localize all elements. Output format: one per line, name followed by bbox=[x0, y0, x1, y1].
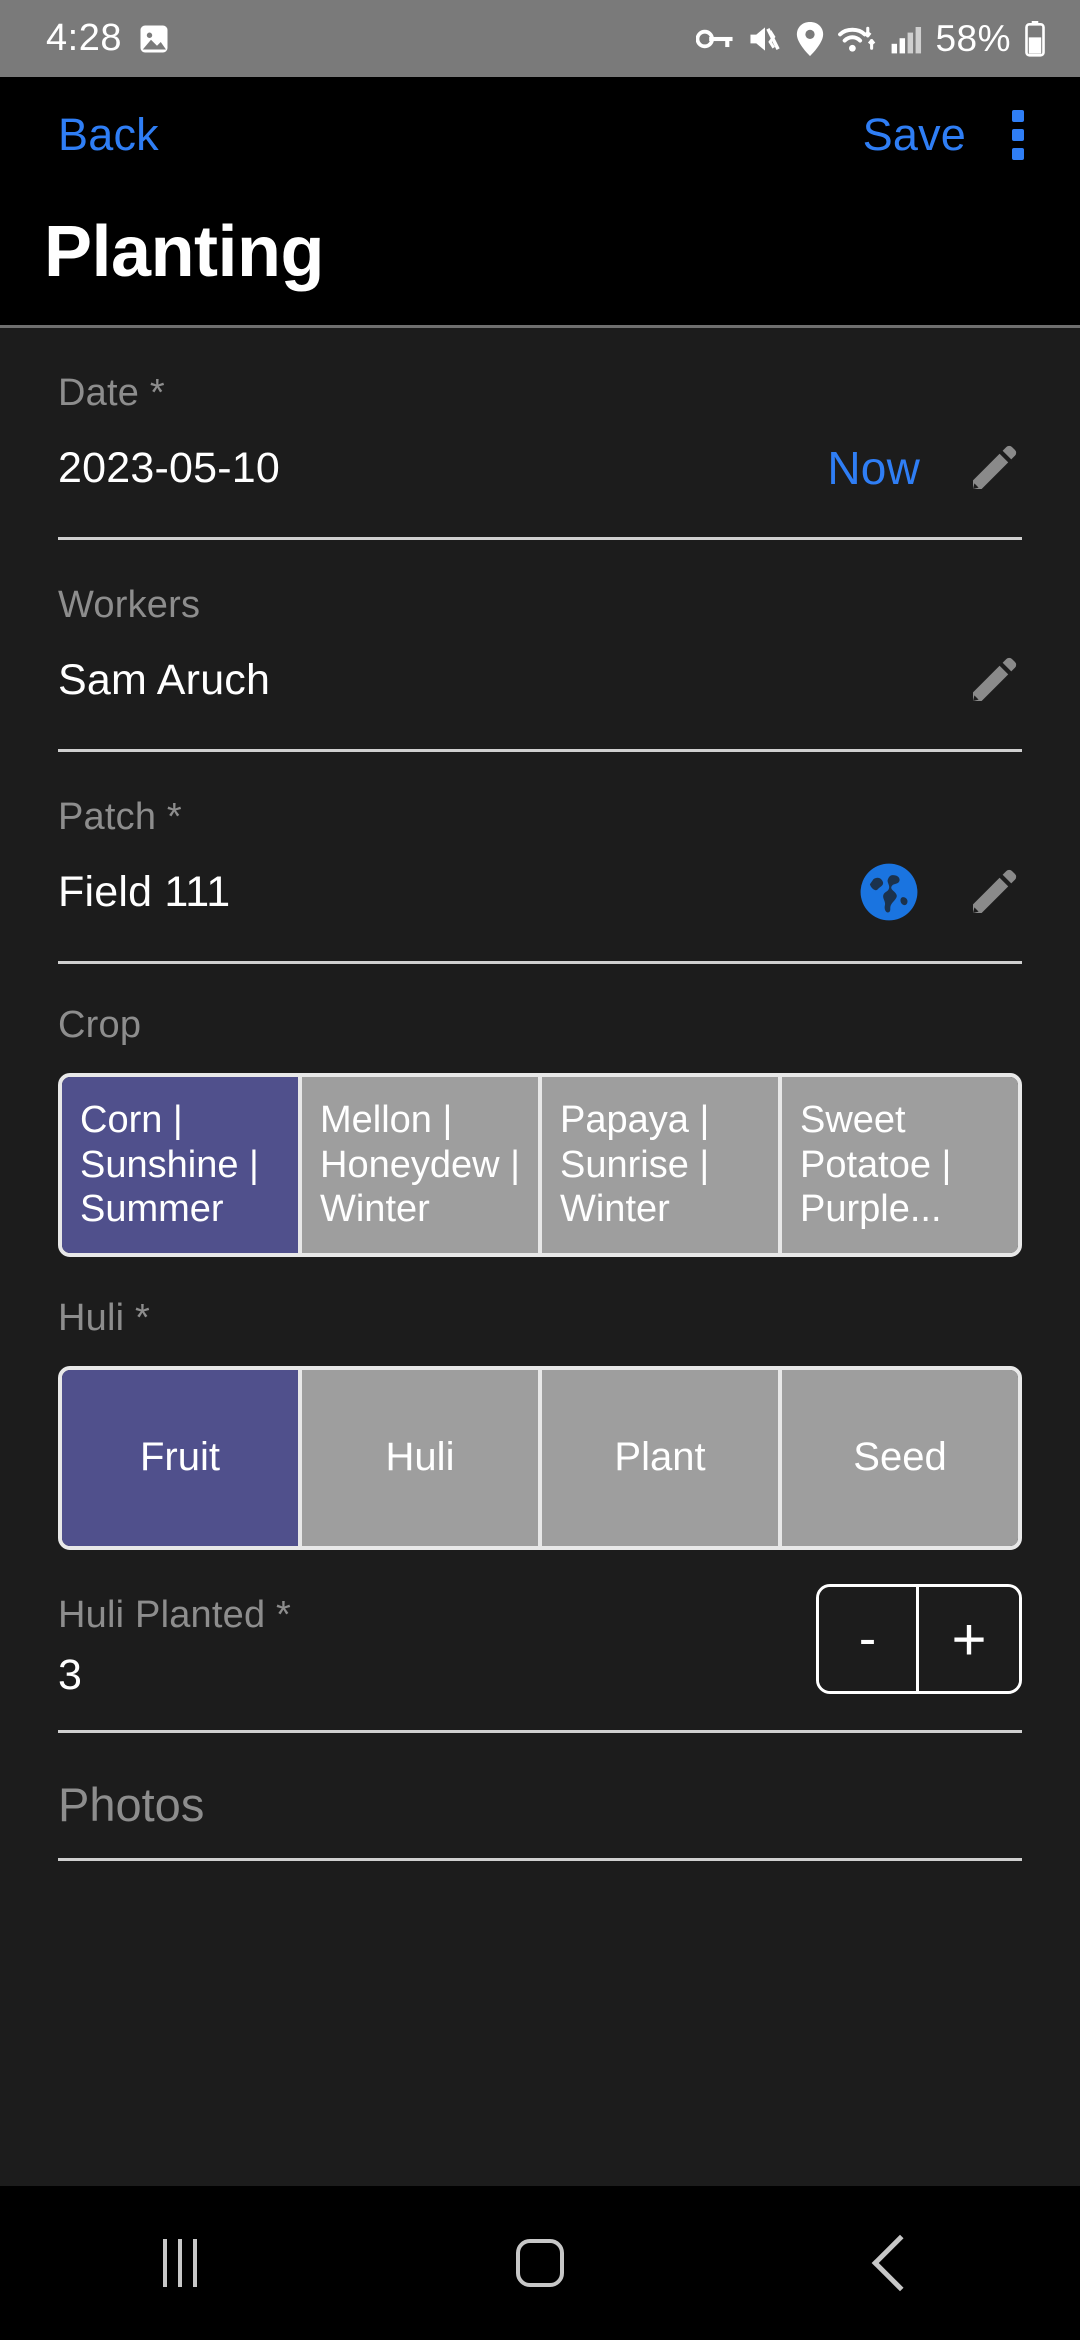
huli-planted-row: Huli Planted * 3 - + bbox=[58, 1550, 1022, 1700]
huli-planted-increment-button[interactable]: + bbox=[919, 1587, 1019, 1691]
back-button[interactable]: Back bbox=[58, 109, 159, 161]
crop-option-papaya[interactable]: Papaya | Sunrise | Winter bbox=[542, 1077, 782, 1253]
huli-planted-value[interactable]: 3 bbox=[58, 1651, 291, 1700]
status-bar-clock: 4:28 bbox=[46, 17, 122, 59]
date-label: Date * bbox=[58, 372, 165, 414]
workers-actions bbox=[966, 652, 1022, 708]
date-field: Date * 2023-05-10 Now bbox=[0, 328, 1080, 540]
clipped-next-field bbox=[58, 1861, 1022, 1885]
screenshot-image-icon bbox=[136, 21, 172, 57]
globe-icon[interactable] bbox=[858, 861, 920, 923]
photos-label: Photos bbox=[58, 1778, 205, 1831]
date-row: 2023-05-10 Now bbox=[58, 429, 1022, 507]
crop-option-corn[interactable]: Corn | Sunshine | Summer bbox=[62, 1077, 302, 1253]
workers-field: Workers Sam Aruch bbox=[0, 540, 1080, 752]
planting-form: Date * 2023-05-10 Now Workers Sam Aruch bbox=[0, 328, 1080, 2114]
huli-planted-text: Huli Planted * 3 bbox=[58, 1550, 291, 1700]
huli-planted-stepper: - + bbox=[816, 1584, 1022, 1694]
recents-icon[interactable] bbox=[90, 2213, 270, 2313]
phone-screen: 4:28 58% Back Save Planting Date * 2023-… bbox=[0, 0, 1080, 2340]
huli-planted-label: Huli Planted * bbox=[58, 1594, 292, 1636]
pencil-icon[interactable] bbox=[966, 864, 1022, 920]
app-bar-row: Back Save bbox=[0, 77, 1080, 193]
huli-planted-decrement-button[interactable]: - bbox=[819, 1587, 919, 1691]
crop-option-mellon[interactable]: Mellon | Honeydew | Winter bbox=[302, 1077, 542, 1253]
back-glyph bbox=[871, 2234, 929, 2292]
huli-option-plant[interactable]: Plant bbox=[542, 1370, 782, 1546]
crop-segmented-control: Corn | Sunshine | Summer Mellon | Honeyd… bbox=[58, 1073, 1022, 1257]
date-actions: Now bbox=[827, 440, 1022, 496]
patch-label: Patch * bbox=[58, 796, 182, 838]
patch-field: Patch * Field 111 bbox=[0, 752, 1080, 964]
huli-field: Huli * Fruit Huli Plant Seed bbox=[0, 1257, 1080, 1550]
status-bar-left: 4:28 bbox=[46, 17, 172, 60]
save-button[interactable]: Save bbox=[863, 109, 966, 161]
huli-label: Huli * bbox=[58, 1297, 151, 1339]
battery-percent-label: 58% bbox=[935, 17, 1011, 59]
huli-planted-field: Huli Planted * 3 - + bbox=[0, 1550, 1080, 1733]
patch-actions bbox=[858, 861, 1022, 923]
date-value[interactable]: 2023-05-10 bbox=[58, 444, 827, 493]
date-now-button[interactable]: Now bbox=[827, 441, 920, 495]
mute-icon bbox=[747, 23, 783, 55]
huli-option-seed[interactable]: Seed bbox=[782, 1370, 1018, 1546]
recents-glyph bbox=[163, 2239, 197, 2287]
workers-value[interactable]: Sam Aruch bbox=[58, 656, 966, 705]
kebab-menu-icon[interactable] bbox=[998, 100, 1038, 170]
workers-row: Sam Aruch bbox=[58, 641, 1022, 719]
pencil-icon[interactable] bbox=[966, 440, 1022, 496]
crop-field: Crop Corn | Sunshine | Summer Mellon | H… bbox=[0, 964, 1080, 1257]
battery-icon bbox=[1024, 20, 1046, 57]
workers-label: Workers bbox=[58, 584, 201, 626]
back-chevron-icon[interactable] bbox=[810, 2213, 990, 2313]
wifi-icon bbox=[837, 22, 877, 56]
home-glyph bbox=[516, 2239, 564, 2287]
huli-option-huli[interactable]: Huli bbox=[302, 1370, 542, 1546]
status-bar: 4:28 58% bbox=[0, 0, 1080, 77]
page-title: Planting bbox=[44, 212, 325, 292]
status-bar-right: 58% bbox=[695, 17, 1046, 60]
vpn-key-icon bbox=[695, 24, 734, 54]
patch-row: Field 111 bbox=[58, 853, 1022, 931]
android-nav-bar bbox=[0, 2186, 1080, 2340]
app-bar: Back Save Planting bbox=[0, 77, 1080, 325]
crop-option-sweet-potatoe[interactable]: Sweet Potatoe | Purple... bbox=[782, 1077, 1018, 1253]
patch-value[interactable]: Field 111 bbox=[58, 868, 858, 917]
huli-segmented-control: Fruit Huli Plant Seed bbox=[58, 1366, 1022, 1550]
cellular-signal-icon bbox=[890, 23, 922, 55]
home-icon[interactable] bbox=[450, 2213, 630, 2313]
app-bar-actions: Save bbox=[863, 100, 1038, 170]
photos-field: Photos bbox=[0, 1733, 1080, 1885]
crop-label: Crop bbox=[58, 1004, 142, 1046]
huli-option-fruit[interactable]: Fruit bbox=[62, 1370, 302, 1546]
pencil-icon[interactable] bbox=[966, 652, 1022, 708]
location-pin-icon bbox=[796, 21, 824, 56]
